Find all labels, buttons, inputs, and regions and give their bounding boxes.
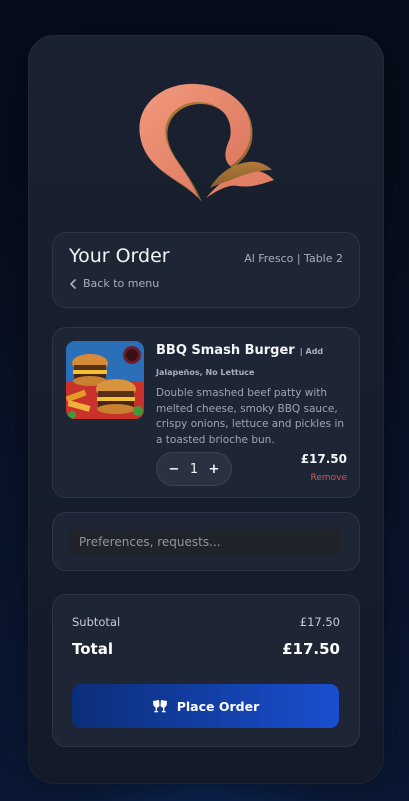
chevron-left-icon <box>70 278 76 289</box>
decrement-button[interactable]: − <box>167 462 181 477</box>
quantity-stepper: − 1 + <box>156 452 232 486</box>
remove-item-button[interactable]: Remove <box>310 473 347 483</box>
item-info: BBQ Smash Burger | Add Jalapeños, No Let… <box>156 340 348 448</box>
order-header-card: Your Order Al Fresco | Table 2 Back to m… <box>52 232 360 308</box>
item-price: £17.50 <box>300 452 347 466</box>
quantity-value: 1 <box>189 461 199 477</box>
increment-button[interactable]: + <box>207 462 221 477</box>
place-order-label: Place Order <box>176 698 260 714</box>
total-value: £17.50 <box>282 640 340 658</box>
cheers-icon <box>152 700 167 713</box>
order-panel: Your Order Al Fresco | Table 2 Back to m… <box>28 35 384 784</box>
order-summary-card: Subtotal £17.50 Total £17.50 Place Order <box>52 594 360 747</box>
subtotal-value: £17.50 <box>299 615 340 629</box>
notes-card <box>52 512 360 571</box>
preferences-input[interactable] <box>69 529 341 555</box>
item-title-line: BBQ Smash Burger | Add Jalapeños, No Let… <box>156 340 348 382</box>
item-name: BBQ Smash Burger <box>156 343 295 358</box>
order-item-card: BBQ Smash Burger | Add Jalapeños, No Let… <box>52 327 360 498</box>
burger-image <box>66 341 144 419</box>
brand-logo <box>139 83 274 202</box>
page-title: Your Order <box>69 245 170 267</box>
venue-table-label: Al Fresco | Table 2 <box>244 252 343 265</box>
item-description: Double smashed beef patty with melted ch… <box>156 387 345 446</box>
subtotal-label: Subtotal <box>72 615 121 629</box>
total-label: Total <box>72 640 113 658</box>
back-to-menu-link[interactable]: Back to menu <box>69 277 159 290</box>
back-to-menu-label: Back to menu <box>83 277 160 290</box>
place-order-button[interactable]: Place Order <box>72 684 339 728</box>
